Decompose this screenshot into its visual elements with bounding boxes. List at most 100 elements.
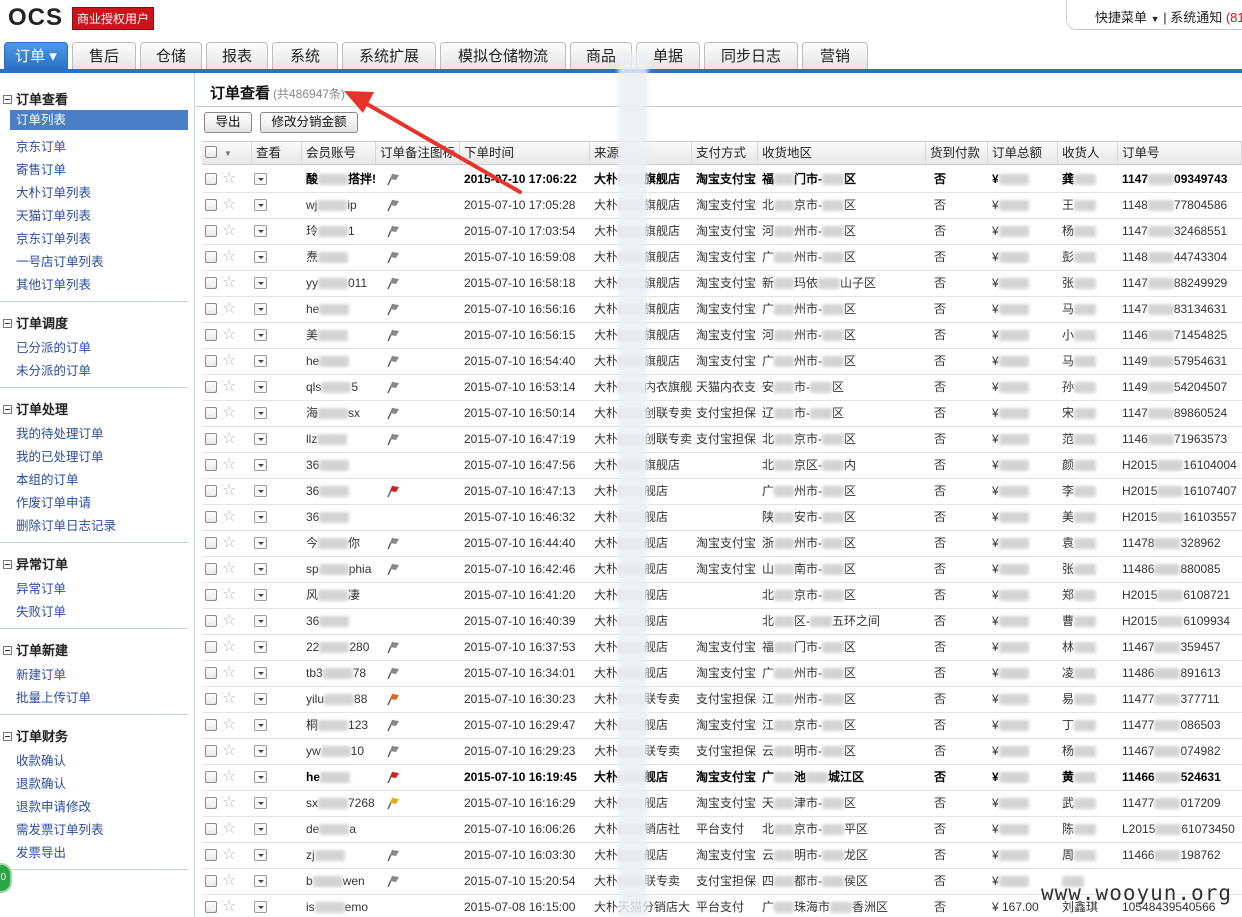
row-checkbox[interactable]	[205, 849, 217, 861]
table-row[interactable]: ☆ 36 2015-07-10 16:40:39 大朴 舰店北区- 五环之间否 ¥ 曹 H201…	[202, 609, 1242, 635]
star-icon[interactable]: ☆	[222, 248, 236, 266]
view-dropdown-icon[interactable]	[254, 355, 267, 367]
row-checkbox[interactable]	[205, 485, 217, 497]
view-dropdown-icon[interactable]	[254, 745, 267, 757]
table-row[interactable]: ☆ 桐 123 2015-07-10 16:29:47 大朴 舰店 淘宝支付宝江京市- 区否 ¥…	[202, 713, 1242, 739]
row-checkbox[interactable]	[205, 381, 217, 393]
table-row[interactable]: ☆ 22 280 2015-07-10 16:37:53 大朴 舰店 淘宝支付宝福门市- 区否…	[202, 635, 1242, 661]
collapse-icon[interactable]	[3, 560, 12, 569]
sidebar-item[interactable]: 作废订单申请	[16, 492, 91, 511]
column-header[interactable]: 会员账号	[302, 142, 376, 165]
column-header[interactable]: 收货人	[1058, 142, 1118, 165]
sidebar-item[interactable]: 本组的订单	[16, 469, 79, 488]
star-icon[interactable]: ☆	[222, 430, 236, 448]
table-row[interactable]: ☆ 风凄 2015-07-10 16:41:20 大朴 舰店北京市- 区否 ¥ 郑 H2015 6…	[202, 583, 1242, 609]
view-dropdown-icon[interactable]	[254, 615, 267, 627]
sidebar-item[interactable]: 新建订单	[16, 664, 66, 683]
quick-menu-link[interactable]: 快捷菜单	[1095, 10, 1147, 25]
remark-flag-icon[interactable]	[386, 640, 400, 654]
table-row[interactable]: ☆ zj 2015-07-10 16:03:30 大朴 舰店 淘宝支付宝云明市- 龙区否 ¥ 周…	[202, 843, 1242, 869]
row-checkbox[interactable]	[205, 797, 217, 809]
star-icon[interactable]: ☆	[222, 586, 236, 604]
star-icon[interactable]: ☆	[222, 300, 236, 318]
row-checkbox[interactable]	[205, 537, 217, 549]
table-row[interactable]: ☆ sx 7268 2015-07-10 16:16:29 大朴 舰店 淘宝支付宝天津市- 区…	[202, 791, 1242, 817]
sidebar-item[interactable]: 天猫订单列表	[16, 205, 91, 224]
nav-tab-3[interactable]: 报表	[206, 42, 268, 70]
row-checkbox[interactable]	[205, 589, 217, 601]
remark-flag-icon[interactable]	[386, 796, 400, 810]
table-row[interactable]: ☆ yy 011 2015-07-10 16:58:18 大朴 旗舰店 淘宝支付宝新 玛依 山子…	[202, 271, 1242, 297]
remark-flag-icon[interactable]	[386, 848, 400, 862]
view-dropdown-icon[interactable]	[254, 771, 267, 783]
table-row[interactable]: ☆ 36 2015-07-10 16:46:32 大朴 舰店陕安市- 区否 ¥ 美 H2015 1…	[202, 505, 1242, 531]
star-icon[interactable]: ☆	[222, 274, 236, 292]
table-row[interactable]: ☆ wj ip 2015-07-10 17:05:28 大朴 旗舰店 淘宝支付宝北 京市- 区 否…	[202, 193, 1242, 219]
table-row[interactable]: ☆ he 2015-07-10 16:56:16 大朴 旗舰店 淘宝支付宝广 州市- 区 否 ¥ 马…	[202, 297, 1242, 323]
view-dropdown-icon[interactable]	[254, 277, 267, 289]
row-checkbox[interactable]	[205, 901, 217, 913]
modify-distribution-amount-button[interactable]: 修改分销金额	[260, 112, 358, 133]
view-dropdown-icon[interactable]	[254, 511, 267, 523]
view-dropdown-icon[interactable]	[254, 173, 267, 185]
table-row[interactable]: ☆ 今你 2015-07-10 16:44:40 大朴 舰店 淘宝支付宝浙州市- 区否 ¥ 袁 1…	[202, 531, 1242, 557]
collapse-icon[interactable]	[3, 319, 12, 328]
star-icon[interactable]: ☆	[222, 612, 236, 630]
view-dropdown-icon[interactable]	[254, 485, 267, 497]
remark-flag-icon[interactable]	[386, 770, 400, 784]
view-dropdown-icon[interactable]	[254, 251, 267, 263]
remark-flag-icon[interactable]	[386, 562, 400, 576]
remark-flag-icon[interactable]	[386, 172, 400, 186]
table-row[interactable]: ☆ he 2015-07-10 16:54:40 大朴 旗舰店 淘宝支付宝广 州市- 区 否 ¥ 马…	[202, 349, 1242, 375]
column-header[interactable]: 订单号	[1118, 142, 1242, 165]
star-icon[interactable]: ☆	[222, 222, 236, 240]
table-row[interactable]: ☆ 美 2015-07-10 16:56:15 大朴 旗舰店 淘宝支付宝河 州市- 区 否 ¥ 小 1…	[202, 323, 1242, 349]
column-header[interactable]: 订单总额	[988, 142, 1058, 165]
remark-flag-icon[interactable]	[386, 432, 400, 446]
remark-flag-icon[interactable]	[386, 536, 400, 550]
view-dropdown-icon[interactable]	[254, 797, 267, 809]
remark-flag-icon[interactable]	[386, 718, 400, 732]
table-row[interactable]: ☆ 玲 1 2015-07-10 17:03:54 大朴 旗舰店 淘宝支付宝河州市- 区否 ¥ 杨…	[202, 219, 1242, 245]
view-dropdown-icon[interactable]	[254, 589, 267, 601]
sidebar-item[interactable]: 我的待处理订单	[16, 423, 104, 442]
view-dropdown-icon[interactable]	[254, 823, 267, 835]
view-dropdown-icon[interactable]	[254, 329, 267, 341]
row-checkbox[interactable]	[205, 615, 217, 627]
sidebar-item[interactable]: 退款申请修改	[16, 796, 91, 815]
star-icon[interactable]: ☆	[222, 794, 236, 812]
table-row[interactable]: ☆ 酸 搭拌! 2015-07-10 17:06:22 大朴 旗舰店 淘宝支付宝福 门市- 区 否…	[202, 167, 1242, 193]
row-checkbox[interactable]	[205, 225, 217, 237]
nav-tab-10[interactable]: 营销	[802, 42, 868, 70]
view-dropdown-icon[interactable]	[254, 537, 267, 549]
sidebar-section-title[interactable]: 订单处理	[3, 399, 68, 418]
row-checkbox[interactable]	[205, 251, 217, 263]
star-icon[interactable]: ☆	[222, 690, 236, 708]
sidebar-item[interactable]: 发票导出	[16, 842, 66, 861]
remark-flag-icon[interactable]	[386, 276, 400, 290]
remark-flag-icon[interactable]	[386, 484, 400, 498]
remark-flag-icon[interactable]	[386, 224, 400, 238]
star-icon[interactable]: ☆	[222, 326, 236, 344]
star-icon[interactable]: ☆	[222, 534, 236, 552]
star-icon[interactable]: ☆	[222, 872, 236, 890]
nav-tab-2[interactable]: 仓储	[140, 42, 202, 70]
star-icon[interactable]: ☆	[222, 664, 236, 682]
remark-flag-icon[interactable]	[386, 406, 400, 420]
star-icon[interactable]: ☆	[222, 560, 236, 578]
row-checkbox[interactable]	[205, 667, 217, 679]
view-dropdown-icon[interactable]	[254, 563, 267, 575]
select-all-checkbox[interactable]	[205, 146, 217, 158]
sidebar-item[interactable]: 需发票订单列表	[16, 819, 104, 838]
star-icon[interactable]: ☆	[222, 846, 236, 864]
row-checkbox[interactable]	[205, 407, 217, 419]
sidebar-item[interactable]: 其他订单列表	[16, 274, 91, 293]
remark-flag-icon[interactable]	[386, 250, 400, 264]
row-checkbox[interactable]	[205, 771, 217, 783]
table-row[interactable]: ☆ yw 10 2015-07-10 16:29:23 大朴 联专卖 支付宝担保云 明市- 区 否…	[202, 739, 1242, 765]
column-header[interactable]: 查看	[252, 142, 302, 165]
table-row[interactable]: ☆ yilu 88 2015-07-10 16:30:23 大朴 联专卖 支付宝担保江 州市-…	[202, 687, 1242, 713]
row-checkbox[interactable]	[205, 329, 217, 341]
view-dropdown-icon[interactable]	[254, 381, 267, 393]
sidebar-section-title[interactable]: 订单财务	[3, 726, 68, 745]
